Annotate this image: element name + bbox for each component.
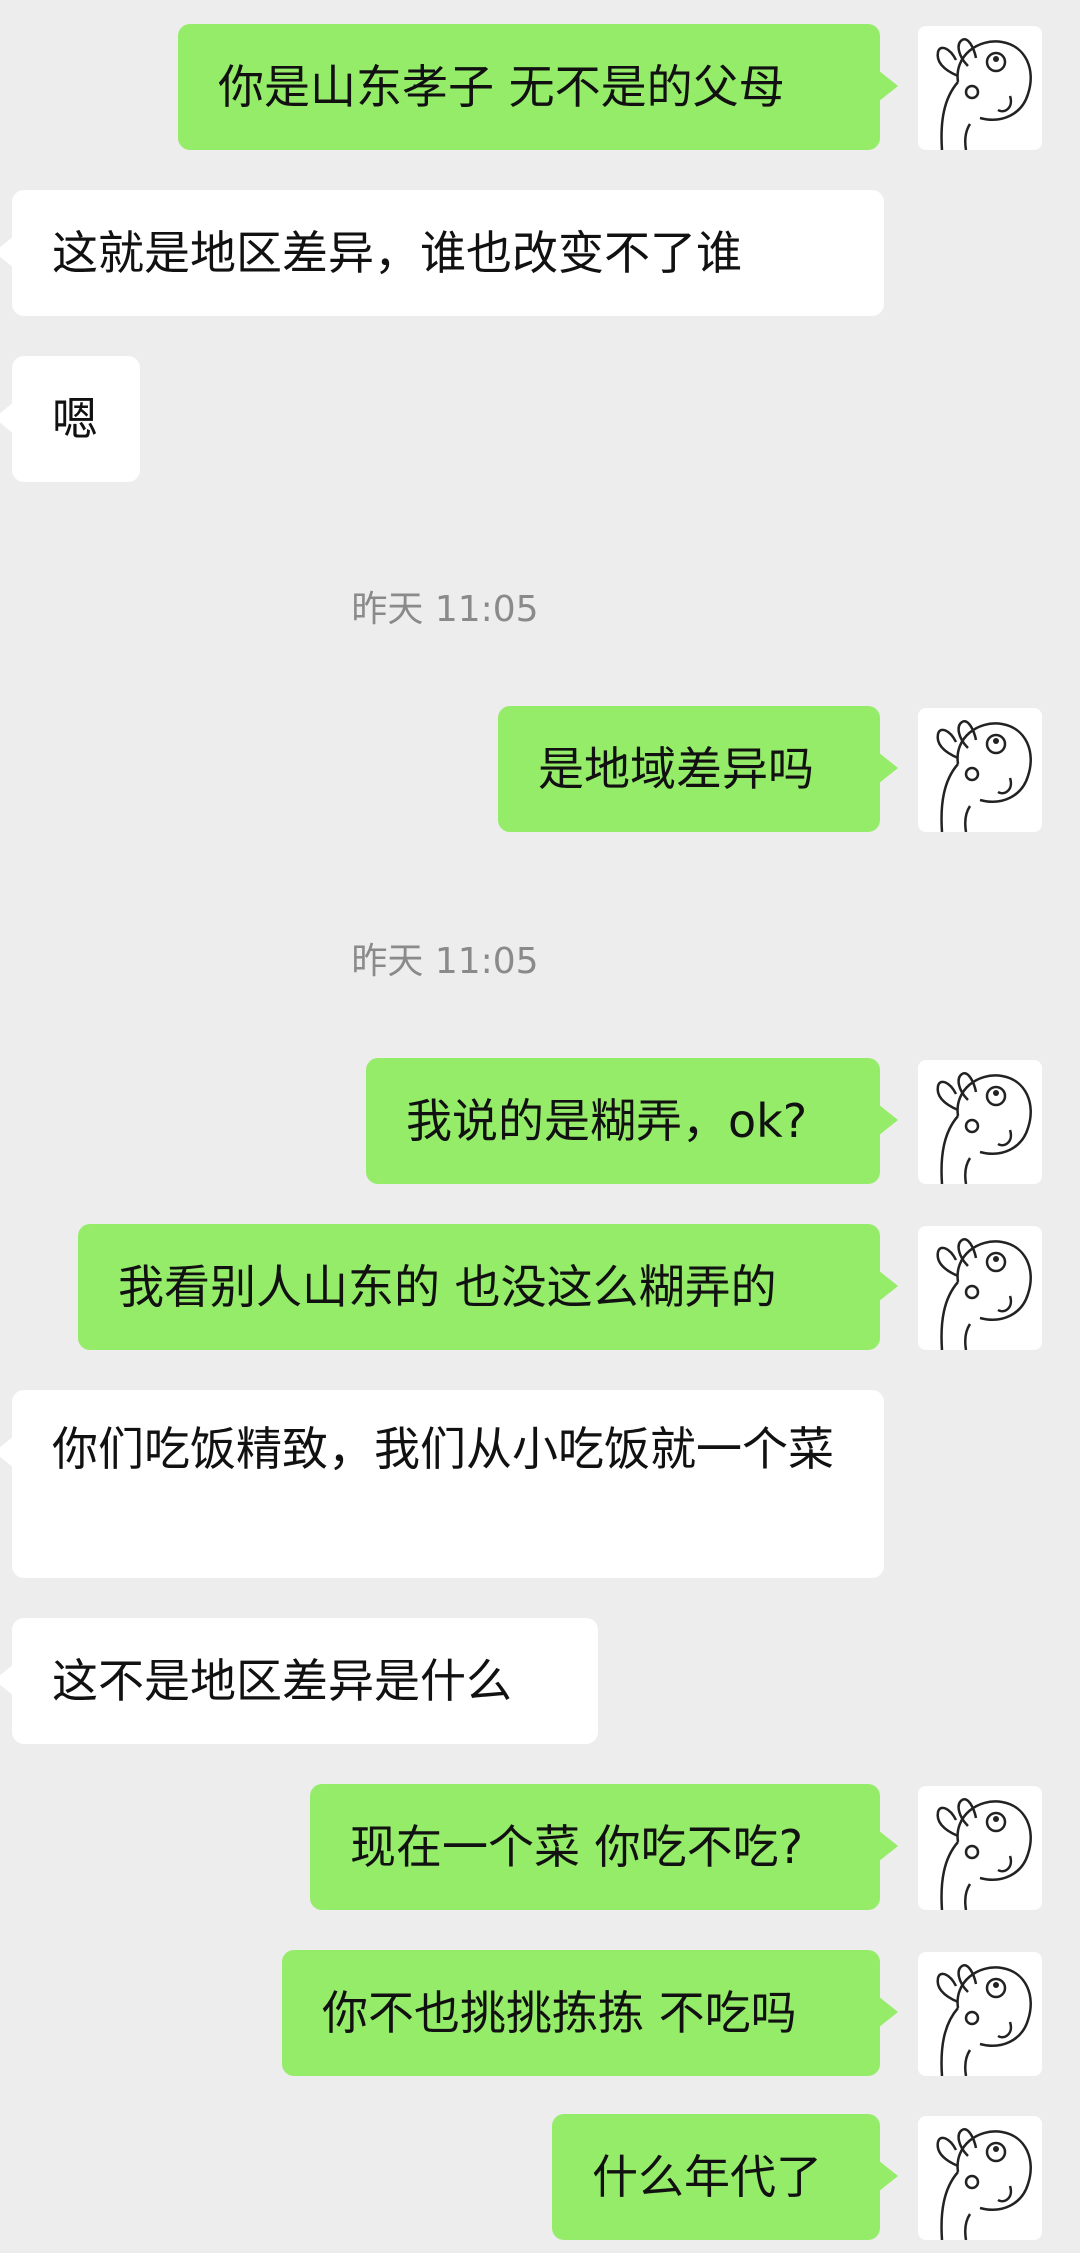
message-bubble-incoming[interactable]: 你们吃饭精致，我们从小吃饭就一个菜 (0, 1390, 884, 1578)
message-bubble-incoming[interactable]: 这就是地区差异，谁也改变不了谁 (0, 190, 884, 316)
avatar[interactable] (918, 1952, 1042, 2076)
timestamp: 昨天 11:05 (351, 941, 539, 982)
message-bubble-outgoing[interactable]: 现在一个菜 你吃不吃? (310, 1784, 898, 1910)
message-bubble-incoming[interactable]: 嗯 (0, 356, 140, 482)
avatar[interactable] (918, 26, 1042, 150)
timestamp: 昨天 11:05 (351, 589, 539, 630)
cartoon-face-icon (936, 37, 1032, 150)
message-bubble-outgoing[interactable]: 我说的是糊弄，ok? (366, 1058, 898, 1184)
cartoon-face-icon (936, 1237, 1032, 1350)
message-bubble-incoming[interactable]: 这不是地区差异是什么 (0, 1618, 598, 1744)
avatar[interactable] (918, 1786, 1042, 1910)
message-bubble-outgoing[interactable]: 什么年代了 (552, 2114, 898, 2240)
cartoon-face-icon (936, 1963, 1032, 2076)
message-bubble-outgoing[interactable]: 是地域差异吗 (498, 706, 898, 832)
message-bubble-outgoing[interactable]: 我看别人山东的 也没这么糊弄的 (78, 1224, 898, 1350)
avatar[interactable] (918, 1226, 1042, 1350)
message-bubble-outgoing[interactable]: 你是山东孝子 无不是的父母 (178, 24, 898, 150)
cartoon-face-icon (936, 719, 1032, 832)
cartoon-face-icon (936, 1071, 1032, 1184)
avatar[interactable] (918, 2116, 1042, 2240)
cartoon-face-icon (936, 1797, 1032, 1910)
avatar[interactable] (918, 1060, 1042, 1184)
avatar[interactable] (918, 708, 1042, 832)
cartoon-face-icon (936, 2127, 1032, 2240)
chat-window[interactable]: 你是山东孝子 无不是的父母 这就是地区差异，谁也改变不了谁 嗯 昨天 11:05… (0, 0, 1080, 2253)
message-bubble-outgoing[interactable]: 你不也挑挑拣拣 不吃吗 (282, 1950, 898, 2076)
